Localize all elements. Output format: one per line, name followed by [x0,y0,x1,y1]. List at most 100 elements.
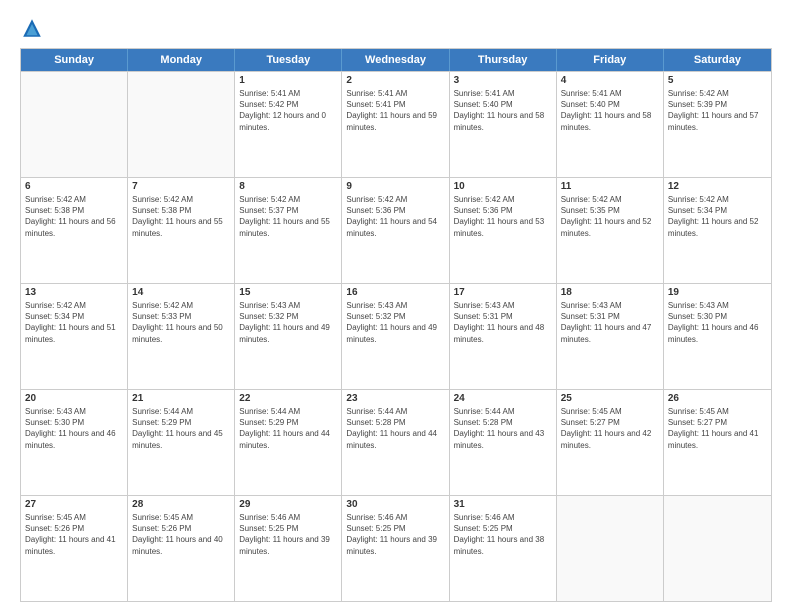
day-number: 24 [454,393,552,404]
day-number: 5 [668,75,767,86]
calendar-day-5: 5 Sunrise: 5:42 AMSunset: 5:39 PMDaylight… [664,72,771,177]
day-info: Sunrise: 5:45 AMSunset: 5:27 PMDaylight:… [668,406,767,451]
page-header [20,16,772,40]
calendar-day-24: 24 Sunrise: 5:44 AMSunset: 5:28 PMDayligh… [450,390,557,495]
calendar-day-7: 7 Sunrise: 5:42 AMSunset: 5:38 PMDaylight… [128,178,235,283]
day-info: Sunrise: 5:43 AMSunset: 5:32 PMDaylight:… [239,300,337,345]
calendar-body: 1 Sunrise: 5:41 AMSunset: 5:42 PMDaylight… [21,71,771,601]
day-number: 27 [25,499,123,510]
day-info: Sunrise: 5:42 AMSunset: 5:35 PMDaylight:… [561,194,659,239]
day-number: 4 [561,75,659,86]
day-info: Sunrise: 5:45 AMSunset: 5:26 PMDaylight:… [25,512,123,557]
day-info: Sunrise: 5:44 AMSunset: 5:28 PMDaylight:… [454,406,552,451]
day-number: 25 [561,393,659,404]
calendar-day-19: 19 Sunrise: 5:43 AMSunset: 5:30 PMDayligh… [664,284,771,389]
calendar-day-30: 30Sunrise: 5:46 AMSunset: 5:25 PMDayligh… [342,496,449,601]
day-info: Sunrise: 5:42 AMSunset: 5:37 PMDaylight:… [239,194,337,239]
day-number: 13 [25,287,123,298]
header-day-monday: Monday [128,49,235,71]
header-day-sunday: Sunday [21,49,128,71]
header-day-thursday: Thursday [450,49,557,71]
calendar-day-3: 3 Sunrise: 5:41 AMSunset: 5:40 PMDaylight… [450,72,557,177]
day-number: 22 [239,393,337,404]
day-number: 18 [561,287,659,298]
day-info: Sunrise: 5:42 AMSunset: 5:38 PMDaylight:… [25,194,123,239]
logo [20,16,48,40]
day-info: Sunrise: 5:41 AMSunset: 5:40 PMDaylight:… [561,88,659,133]
calendar-day-13: 13 Sunrise: 5:42 AMSunset: 5:34 PMDayligh… [21,284,128,389]
day-number: 1 [239,75,337,86]
day-info: Sunrise: 5:46 AMSunset: 5:25 PMDaylight:… [239,512,337,557]
day-number: 31 [454,499,552,510]
calendar-week-1: 1 Sunrise: 5:41 AMSunset: 5:42 PMDaylight… [21,71,771,177]
day-number: 8 [239,181,337,192]
calendar-day-22: 22Sunrise: 5:44 AMSunset: 5:29 PMDayligh… [235,390,342,495]
day-number: 28 [132,499,230,510]
day-number: 12 [668,181,767,192]
calendar-day-9: 9 Sunrise: 5:42 AMSunset: 5:36 PMDaylight… [342,178,449,283]
calendar-week-3: 13 Sunrise: 5:42 AMSunset: 5:34 PMDayligh… [21,283,771,389]
day-number: 9 [346,181,444,192]
calendar-day-4: 4 Sunrise: 5:41 AMSunset: 5:40 PMDaylight… [557,72,664,177]
calendar-day-21: 21 Sunrise: 5:44 AMSunset: 5:29 PMDayligh… [128,390,235,495]
day-number: 16 [346,287,444,298]
day-number: 26 [668,393,767,404]
calendar-day-12: 12Sunrise: 5:42 AMSunset: 5:34 PMDayligh… [664,178,771,283]
calendar-day-16: 16 Sunrise: 5:43 AMSunset: 5:32 PMDayligh… [342,284,449,389]
calendar-day-29: 29 Sunrise: 5:46 AMSunset: 5:25 PMDayligh… [235,496,342,601]
day-number: 7 [132,181,230,192]
calendar-empty-cell [128,72,235,177]
calendar-day-18: 18 Sunrise: 5:43 AMSunset: 5:31 PMDayligh… [557,284,664,389]
day-number: 19 [668,287,767,298]
day-number: 10 [454,181,552,192]
calendar-empty-cell [557,496,664,601]
day-info: Sunrise: 5:43 AMSunset: 5:31 PMDaylight:… [561,300,659,345]
day-info: Sunrise: 5:45 AMSunset: 5:26 PMDaylight:… [132,512,230,557]
calendar-week-5: 27 Sunrise: 5:45 AMSunset: 5:26 PMDayligh… [21,495,771,601]
day-number: 15 [239,287,337,298]
day-info: Sunrise: 5:42 AMSunset: 5:34 PMDaylight:… [25,300,123,345]
day-number: 29 [239,499,337,510]
day-number: 23 [346,393,444,404]
day-number: 21 [132,393,230,404]
calendar-day-1: 1 Sunrise: 5:41 AMSunset: 5:42 PMDaylight… [235,72,342,177]
day-info: Sunrise: 5:43 AMSunset: 5:32 PMDaylight:… [346,300,444,345]
day-info: Sunrise: 5:44 AMSunset: 5:29 PMDaylight:… [132,406,230,451]
day-number: 14 [132,287,230,298]
day-info: Sunrise: 5:45 AMSunset: 5:27 PMDaylight:… [561,406,659,451]
calendar-day-26: 26 Sunrise: 5:45 AMSunset: 5:27 PMDayligh… [664,390,771,495]
calendar-day-2: 2 Sunrise: 5:41 AMSunset: 5:41 PMDaylight… [342,72,449,177]
day-info: Sunrise: 5:41 AMSunset: 5:41 PMDaylight:… [346,88,444,133]
calendar-day-31: 31Sunrise: 5:46 AMSunset: 5:25 PMDayligh… [450,496,557,601]
day-info: Sunrise: 5:43 AMSunset: 5:30 PMDaylight:… [668,300,767,345]
calendar-day-10: 10 Sunrise: 5:42 AMSunset: 5:36 PMDayligh… [450,178,557,283]
calendar-empty-cell [21,72,128,177]
calendar-day-27: 27 Sunrise: 5:45 AMSunset: 5:26 PMDayligh… [21,496,128,601]
calendar: SundayMondayTuesdayWednesdayThursdayFrid… [20,48,772,602]
calendar-day-15: 15 Sunrise: 5:43 AMSunset: 5:32 PMDayligh… [235,284,342,389]
day-info: Sunrise: 5:42 AMSunset: 5:38 PMDaylight:… [132,194,230,239]
day-info: Sunrise: 5:44 AMSunset: 5:28 PMDaylight:… [346,406,444,451]
calendar-empty-cell [664,496,771,601]
day-number: 20 [25,393,123,404]
calendar-day-11: 11Sunrise: 5:42 AMSunset: 5:35 PMDayligh… [557,178,664,283]
day-info: Sunrise: 5:41 AMSunset: 5:40 PMDaylight:… [454,88,552,133]
calendar-day-14: 14Sunrise: 5:42 AMSunset: 5:33 PMDayligh… [128,284,235,389]
logo-icon [20,16,44,40]
calendar-day-23: 23 Sunrise: 5:44 AMSunset: 5:28 PMDayligh… [342,390,449,495]
calendar-header: SundayMondayTuesdayWednesdayThursdayFrid… [21,49,771,71]
day-number: 2 [346,75,444,86]
day-info: Sunrise: 5:42 AMSunset: 5:39 PMDaylight:… [668,88,767,133]
day-info: Sunrise: 5:46 AMSunset: 5:25 PMDaylight:… [346,512,444,557]
calendar-day-8: 8 Sunrise: 5:42 AMSunset: 5:37 PMDaylight… [235,178,342,283]
day-info: Sunrise: 5:42 AMSunset: 5:36 PMDaylight:… [454,194,552,239]
day-info: Sunrise: 5:41 AMSunset: 5:42 PMDaylight:… [239,88,337,133]
day-number: 3 [454,75,552,86]
day-info: Sunrise: 5:43 AMSunset: 5:30 PMDaylight:… [25,406,123,451]
header-day-friday: Friday [557,49,664,71]
calendar-day-20: 20 Sunrise: 5:43 AMSunset: 5:30 PMDayligh… [21,390,128,495]
day-info: Sunrise: 5:42 AMSunset: 5:36 PMDaylight:… [346,194,444,239]
header-day-tuesday: Tuesday [235,49,342,71]
day-number: 6 [25,181,123,192]
calendar-day-28: 28 Sunrise: 5:45 AMSunset: 5:26 PMDayligh… [128,496,235,601]
